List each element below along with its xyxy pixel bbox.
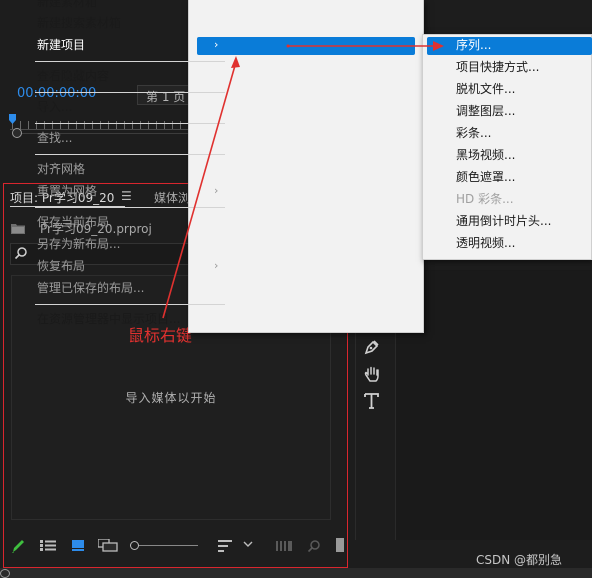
submenu-item-sequence[interactable]: 序列... <box>456 35 491 55</box>
menu-separator <box>35 92 225 93</box>
submenu-item-offline-file[interactable]: 脱机文件... <box>456 79 515 99</box>
menu-item-save-layout: 保存当前布局 <box>37 215 110 229</box>
submenu-item-hd-bars: HD 彩条... <box>456 192 514 206</box>
submenu-highlight <box>427 37 592 55</box>
menu-highlight <box>197 37 415 55</box>
menu-item-find: 查找... <box>37 131 73 145</box>
menu-item-reveal-in-explorer[interactable]: 在资源管理器中显示项目... <box>37 309 180 329</box>
menu-item-import[interactable]: 导入... <box>37 97 72 117</box>
submenu-item-color-matte[interactable]: 颜色遮罩... <box>456 167 515 187</box>
program-monitor-panel <box>395 270 592 540</box>
type-tool-icon[interactable] <box>363 392 381 410</box>
menu-item-new-search-bin[interactable]: 新建搜索素材箱 <box>37 13 121 33</box>
submenu-item-bars-and-tone[interactable]: 彩条... <box>456 123 491 143</box>
chevron-right-icon: › <box>214 259 219 272</box>
watermark: CSDN @都别急 <box>476 553 563 567</box>
bottom-scroll-handle[interactable] <box>0 569 10 578</box>
page-selector[interactable]: 第 1 页 <box>137 85 189 105</box>
chevron-right-icon: › <box>214 184 219 197</box>
panel-divider[interactable] <box>355 330 356 540</box>
menu-item-save-as-new-layout: 另存为新布局... <box>37 237 121 251</box>
menu-item-reset-to-grid: 重置为网格 <box>37 184 98 198</box>
menu-separator <box>35 304 225 305</box>
menu-item-new-bin[interactable]: 新建素材箱 <box>37 0 97 12</box>
menu-item-manage-layouts: 管理已保存的布局... <box>37 281 145 295</box>
hand-tool-icon[interactable] <box>363 365 381 383</box>
menu-separator <box>35 61 225 62</box>
submenu-item-black-video[interactable]: 黑场视频... <box>456 145 515 165</box>
submenu-item-countdown-leader[interactable]: 通用倒计时片头... <box>456 211 551 231</box>
timeline-scroll-handle[interactable] <box>12 128 22 138</box>
submenu-item-project-shortcut[interactable]: 项目快捷方式... <box>456 57 539 77</box>
menu-item-align-to-grid: 对齐网格 <box>37 162 86 176</box>
menu-separator <box>35 207 225 208</box>
bottom-scrollbar[interactable] <box>0 568 592 578</box>
submenu-item-transparent-video[interactable]: 透明视频... <box>456 233 515 253</box>
menu-item-restore-layout: 恢复布局 <box>37 259 86 273</box>
submenu-item-adjustment-layer[interactable]: 调整图层... <box>456 101 515 121</box>
chevron-right-icon: › <box>214 38 219 51</box>
pen-tool-icon[interactable] <box>363 338 381 356</box>
menu-item-new-item[interactable]: 新建项目 <box>37 35 85 55</box>
menu-separator <box>35 123 225 124</box>
menu-separator <box>35 154 225 155</box>
menu-item-view-hidden[interactable]: 查看隐藏内容 <box>37 66 109 86</box>
